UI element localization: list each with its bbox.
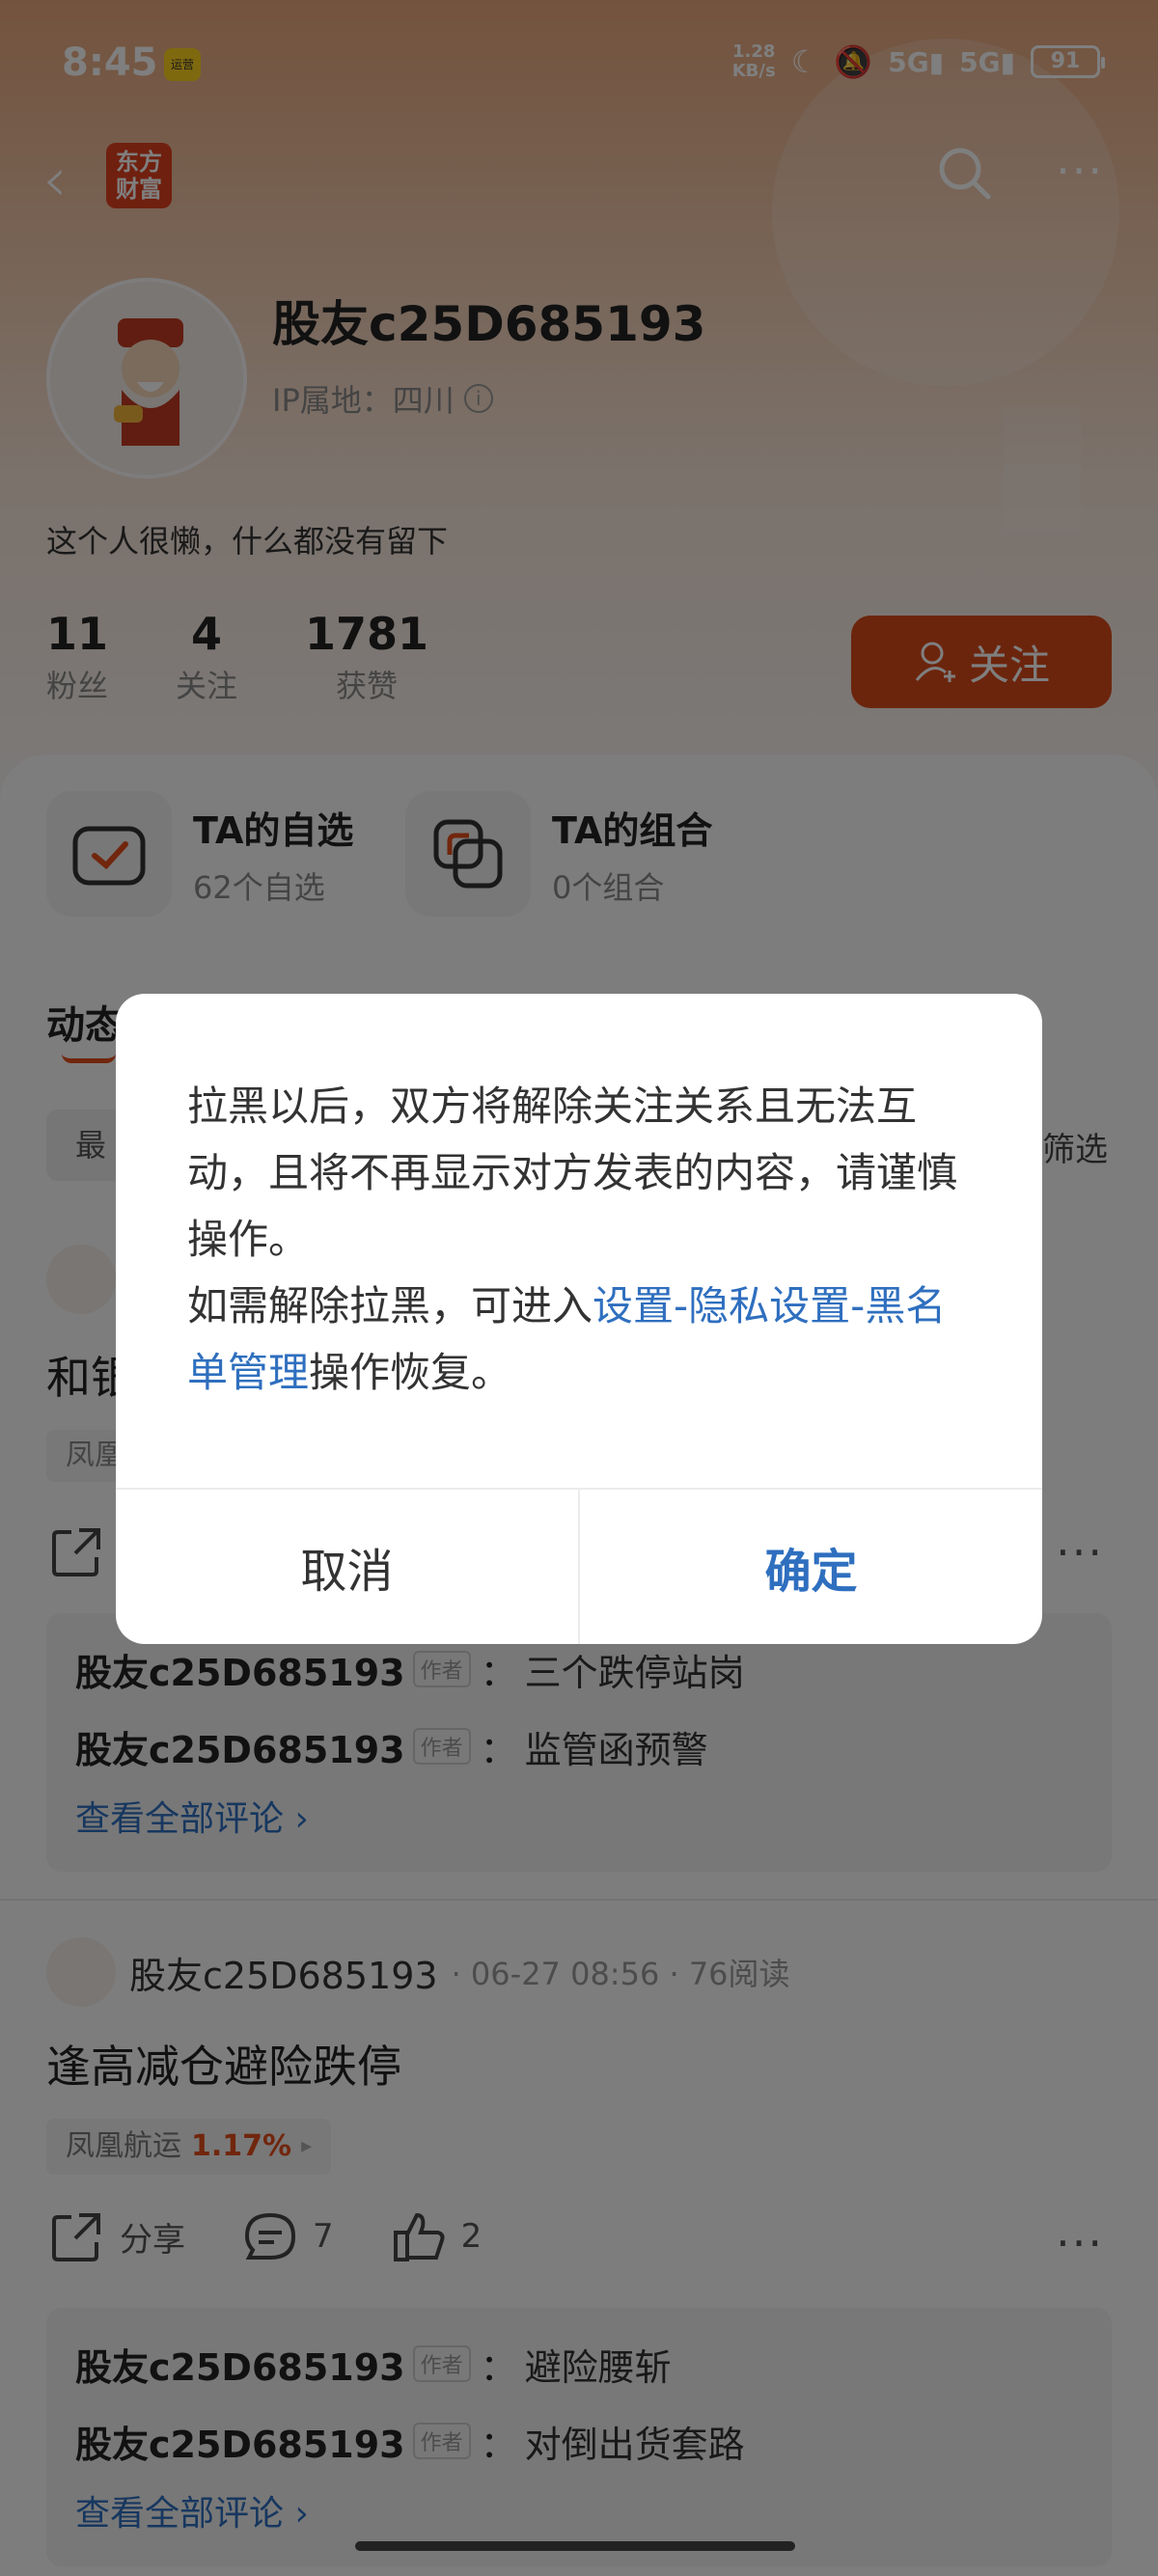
- home-indicator[interactable]: [355, 2541, 795, 2551]
- dialog-text-prefix: 如需解除拉黑，可进入: [187, 1282, 593, 1329]
- confirm-button[interactable]: 确定: [580, 1490, 1042, 1644]
- dialog-message: 拉黑以后，双方将解除关注关系且无法互动，且将不再显示对方发表的内容，请谨慎操作。…: [187, 1073, 979, 1406]
- dialog-text-warning: 拉黑以后，双方将解除关注关系且无法互动，且将不再显示对方发表的内容，请谨慎操作。: [187, 1082, 958, 1263]
- block-confirm-dialog: 拉黑以后，双方将解除关注关系且无法互动，且将不再显示对方发表的内容，请谨慎操作。…: [116, 994, 1042, 1644]
- profile-page: 8:45 运营 1.28 KB/s ☾ 🔕 5G▮ 5G▮ 91 ‹ 东方财富 …: [0, 0, 1158, 2576]
- dialog-text-suffix: 操作恢复。: [309, 1349, 512, 1396]
- cancel-button[interactable]: 取消: [116, 1490, 578, 1644]
